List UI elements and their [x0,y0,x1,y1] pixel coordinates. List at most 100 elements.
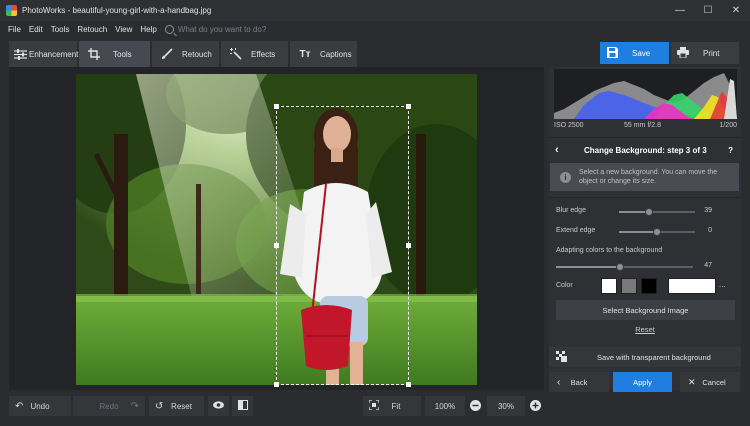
resize-handle-bottom-right[interactable] [406,382,411,387]
extend-edge-label: Extend edge [556,227,596,234]
fit-button[interactable]: Fit [363,396,421,416]
more-colors-button[interactable]: ... [719,280,726,289]
menu-retouch[interactable]: Retouch [73,25,111,34]
adapt-colors-fill [556,266,621,268]
back-button[interactable]: ‹ Back [549,372,609,392]
adapt-colors-slider[interactable] [556,263,693,271]
compare-button[interactable] [232,396,253,416]
apply-button[interactable]: Apply [613,372,672,392]
plus-circle-icon [529,399,541,413]
panel-divider [549,137,741,138]
reset-link[interactable]: Reset [549,325,741,334]
swatch-gray[interactable] [621,278,637,294]
adapt-colors-thumb[interactable] [616,263,625,271]
redo-label: Redo [99,401,119,411]
tab-bar: Enhancement Tools Retouch Effects Tт Cap… [0,41,750,67]
close-icon: ✕ [688,376,696,387]
cancel-button[interactable]: ✕ Cancel [680,372,740,392]
swatch-black[interactable] [641,278,657,294]
zoom-out-button[interactable] [465,396,485,416]
window-controls: — ☐ ✕ [666,0,750,21]
printer-icon [677,46,689,60]
save-transparent-label: Save with transparent background [597,352,711,362]
tab-captions[interactable]: Tт Captions [290,41,358,67]
tab-tools[interactable]: Tools [79,41,151,67]
print-button[interactable]: Print [671,42,739,64]
step-header: ‹ Change Background: step 3 of 3 ? [549,143,741,157]
fit-screen-icon [368,399,380,412]
zoom-level-label: 30% [497,401,514,411]
info-text: Select a new background. You can move th… [579,169,718,185]
save-button-label: Save [632,48,651,58]
cancel-label: Cancel [702,377,726,387]
menu-view[interactable]: View [111,25,136,34]
right-panel: ISO 2500 55 mm f/2.8 1/200 ‹ Change Back… [549,67,741,390]
close-window-button[interactable]: ✕ [722,0,750,21]
save-transparent-button[interactable]: Save with transparent background [549,347,741,367]
menu-help[interactable]: Help [136,25,160,34]
back-label: Back [570,377,588,387]
rotate-reset-icon: ↺ [155,400,164,412]
eye-icon [213,401,224,411]
tab-retouch-label: Retouch [182,49,212,59]
resize-handle-top-left[interactable] [274,104,279,109]
maximize-button[interactable]: ☐ [694,0,722,21]
sliders-icon [14,47,27,61]
redo-button[interactable]: Redo ↷ [73,396,145,416]
undo-label: Undo [30,401,50,411]
undo-button[interactable]: ↶ Undo [9,396,71,416]
info-icon: i [560,171,571,183]
select-background-image-button[interactable]: Select Background Image [556,300,735,320]
blur-edge-slider[interactable] [619,208,695,216]
menu-tools[interactable]: Tools [47,25,74,34]
print-button-label: Print [703,48,720,58]
redo-icon: ↷ [130,400,139,412]
app-logo-icon [6,5,17,16]
resize-handle-right[interactable] [406,243,411,248]
tab-enhancement-label: Enhancement [29,49,79,59]
resize-handle-bottom-left[interactable] [274,382,279,387]
menu-file[interactable]: File [4,25,25,34]
compare-icon [237,400,248,412]
preview-eye-button[interactable] [208,396,229,416]
blur-edge-value: 39 [704,207,712,214]
exif-iso: ISO 2500 [554,122,584,129]
extend-edge-thumb[interactable] [653,228,661,236]
menu-edit[interactable]: Edit [25,25,47,34]
swatch-white[interactable] [601,278,617,294]
tab-enhancement[interactable]: Enhancement [9,41,78,67]
reset-button[interactable]: ↺ Reset [149,396,204,416]
zoom-level[interactable]: 30% [487,396,525,416]
minimize-button[interactable]: — [666,0,694,21]
fit-label: Fit [391,401,401,411]
menu-bar: File Edit Tools Retouch View Help What d… [0,21,750,38]
zoom-in-button[interactable] [525,396,545,416]
extend-edge-slider[interactable] [619,228,695,236]
resize-handle-left[interactable] [274,243,279,248]
text-icon: Tт [299,48,311,60]
extend-edge-value: 0 [708,227,712,234]
object-bounding-box[interactable] [274,104,411,387]
color-label: Color [556,282,573,289]
resize-handle-top-right[interactable] [406,104,411,109]
tab-tools-label: Tools [113,49,132,59]
blur-edge-thumb[interactable] [644,208,653,216]
command-search[interactable]: What do you want to do? [164,25,267,34]
command-search-placeholder: What do you want to do? [177,25,267,34]
back-arrow-icon: ‹ [557,376,561,388]
magic-wand-icon [229,47,243,61]
minus-circle-icon [469,399,481,413]
back-chevron-icon[interactable]: ‹ [555,144,559,156]
tab-effects-label: Effects [251,49,276,59]
step-title: Change Background: step 3 of 3 [584,145,707,155]
save-button[interactable]: Save [600,42,669,64]
title-bar: PhotoWorks - beautiful-young-girl-with-a… [0,0,750,21]
custom-color-swatch[interactable] [668,278,716,294]
zoom-100-button[interactable]: 100% [425,396,465,416]
brush-icon [160,47,174,61]
floppy-disk-icon [607,46,618,60]
tab-retouch[interactable]: Retouch [152,41,220,67]
help-icon[interactable]: ? [728,146,733,155]
tab-effects[interactable]: Effects [221,41,289,67]
reset-label: Reset [171,401,192,411]
